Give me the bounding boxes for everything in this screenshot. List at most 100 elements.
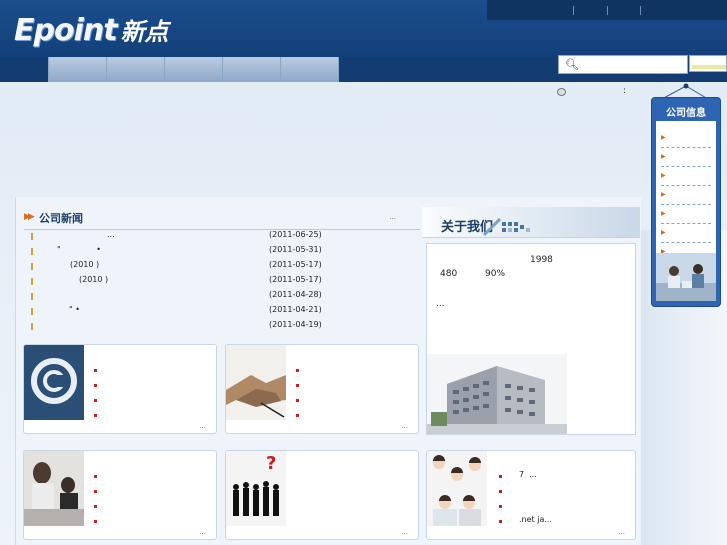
- list-item-text[interactable]: .net ja...: [519, 515, 552, 524]
- news-item-title[interactable]: (2010 ): [70, 260, 99, 269]
- news-item[interactable]: " • (2011-05-31): [24, 244, 420, 259]
- bullet-icon: [296, 369, 299, 372]
- news-header: ▶▶ 公司新闻 ...: [24, 207, 420, 230]
- service-card: ? ...: [225, 450, 419, 540]
- about-percent: 90%: [485, 269, 506, 279]
- news-item-date: (2011-04-19): [269, 320, 322, 329]
- bullet-icon: [499, 505, 502, 508]
- triangle-bullet-icon: ▶: [661, 153, 666, 160]
- handshake-photo: [226, 345, 286, 420]
- staff-photo: [656, 253, 716, 301]
- office-photo: [24, 451, 84, 526]
- news-item-title[interactable]: ...: [107, 230, 115, 239]
- top-link-separator: [607, 6, 608, 15]
- triangle-bullet-icon: ▶: [661, 210, 666, 217]
- triangle-bullet-icon: ▶: [661, 172, 666, 179]
- news-item-title[interactable]: (2010 ): [79, 275, 108, 284]
- news-item-date: (2011-04-28): [269, 290, 322, 299]
- card-more-link[interactable]: ...: [199, 528, 206, 536]
- news-item-date: (2011-04-21): [269, 305, 322, 314]
- double-arrow-icon: ▶▶: [24, 212, 35, 222]
- info-item[interactable]: ▶: [661, 148, 711, 167]
- news-item-date: (2011-05-31): [269, 245, 322, 254]
- news-item-title[interactable]: " •: [69, 305, 80, 314]
- info-item[interactable]: ▶: [661, 186, 711, 205]
- bullet-bar-icon: [31, 308, 33, 315]
- magnifier-icon: 🔍︎: [565, 58, 579, 71]
- card-more-link[interactable]: ...: [401, 528, 408, 536]
- decor-pixel: [520, 225, 524, 229]
- company-info-panel: 公司信息 ▶ ▶ ▶ ▶ ▶ ▶ ▶: [651, 97, 721, 307]
- nav-tab-4[interactable]: [222, 57, 280, 82]
- news-item-date: (2011-05-17): [269, 260, 322, 269]
- nav-tab-2[interactable]: [106, 57, 164, 82]
- bullet-icon: [499, 520, 502, 523]
- news-item[interactable]: (2011-04-28): [24, 289, 420, 304]
- bullet-icon: [94, 490, 97, 493]
- news-item[interactable]: (2010 ) (2011-05-17): [24, 259, 420, 274]
- triangle-bullet-icon: ▶: [661, 134, 666, 141]
- top-link-separator: [640, 6, 641, 15]
- nav-tab-3[interactable]: [164, 57, 222, 82]
- globe-icon[interactable]: [557, 88, 566, 96]
- bullet-bar-icon: [31, 323, 33, 330]
- bullet-bar-icon: [31, 293, 33, 300]
- bullet-icon: [94, 369, 97, 372]
- bullet-icon: [296, 384, 299, 387]
- bullet-bar-icon: [31, 263, 33, 270]
- util-colon: :: [623, 86, 627, 96]
- triangle-bullet-icon: ▶: [661, 229, 666, 236]
- about-more-link[interactable]: ...: [436, 299, 445, 309]
- logo-text: Epoint: [14, 13, 118, 48]
- bullet-icon: [94, 399, 97, 402]
- service-card: ...: [23, 344, 217, 434]
- about-header: 关于我们: [422, 207, 640, 238]
- question-crowd-photo: ?: [226, 451, 286, 526]
- svg-text:?: ?: [266, 453, 276, 474]
- news-more-link[interactable]: ...: [389, 213, 396, 221]
- news-item-title[interactable]: " •: [57, 245, 101, 254]
- about-year: 1998: [530, 255, 553, 265]
- news-item-date: (2011-06-25): [269, 230, 322, 239]
- about-box: 1998 480 90% ...: [426, 243, 636, 435]
- info-item[interactable]: ▶: [661, 129, 711, 148]
- bullet-bar-icon: [31, 248, 33, 255]
- info-item[interactable]: ▶: [661, 224, 711, 243]
- decor-pixel: [514, 222, 518, 226]
- news-item[interactable]: (2010 ) (2011-05-17): [24, 274, 420, 289]
- bullet-icon: [296, 414, 299, 417]
- building-photo: [427, 354, 567, 434]
- search-button[interactable]: [689, 55, 727, 72]
- card-more-link[interactable]: ...: [618, 528, 625, 536]
- bullet-icon: [499, 490, 502, 493]
- decor-pixel: [514, 228, 518, 232]
- news-item-date: (2011-05-17): [269, 275, 322, 284]
- service-card: ...: [23, 450, 217, 540]
- bullet-icon: [94, 520, 97, 523]
- logo[interactable]: Epoint 新点: [14, 12, 169, 48]
- news-item[interactable]: ... (2011-06-25): [24, 229, 420, 244]
- decor-pixel: [502, 228, 506, 232]
- decor-pixel: [502, 222, 506, 226]
- nav-tabs: [48, 57, 339, 82]
- copyright-photo: [24, 345, 84, 420]
- decor-pixel: [508, 228, 512, 232]
- decor-pixel: [508, 222, 512, 226]
- bullet-bar-icon: [31, 233, 33, 240]
- pen-icon: [482, 217, 502, 237]
- news-item[interactable]: " • (2011-04-21): [24, 304, 420, 319]
- card-more-link[interactable]: ...: [199, 422, 206, 430]
- info-item[interactable]: ▶: [661, 205, 711, 224]
- nav-tab-1[interactable]: [48, 57, 106, 82]
- search-input[interactable]: 🔍︎: [558, 55, 688, 74]
- news-title: 公司新闻: [39, 212, 83, 225]
- nav-tab-5[interactable]: [280, 57, 339, 82]
- top-link-separator: [573, 6, 574, 15]
- service-card: ...: [225, 344, 419, 434]
- info-item[interactable]: ▶: [661, 167, 711, 186]
- bullet-icon: [94, 475, 97, 478]
- list-item-text[interactable]: 7 ...: [519, 470, 537, 479]
- card-more-link[interactable]: ...: [401, 422, 408, 430]
- company-info-title: 公司信息: [666, 108, 706, 119]
- news-item[interactable]: (2011-04-19): [24, 319, 420, 334]
